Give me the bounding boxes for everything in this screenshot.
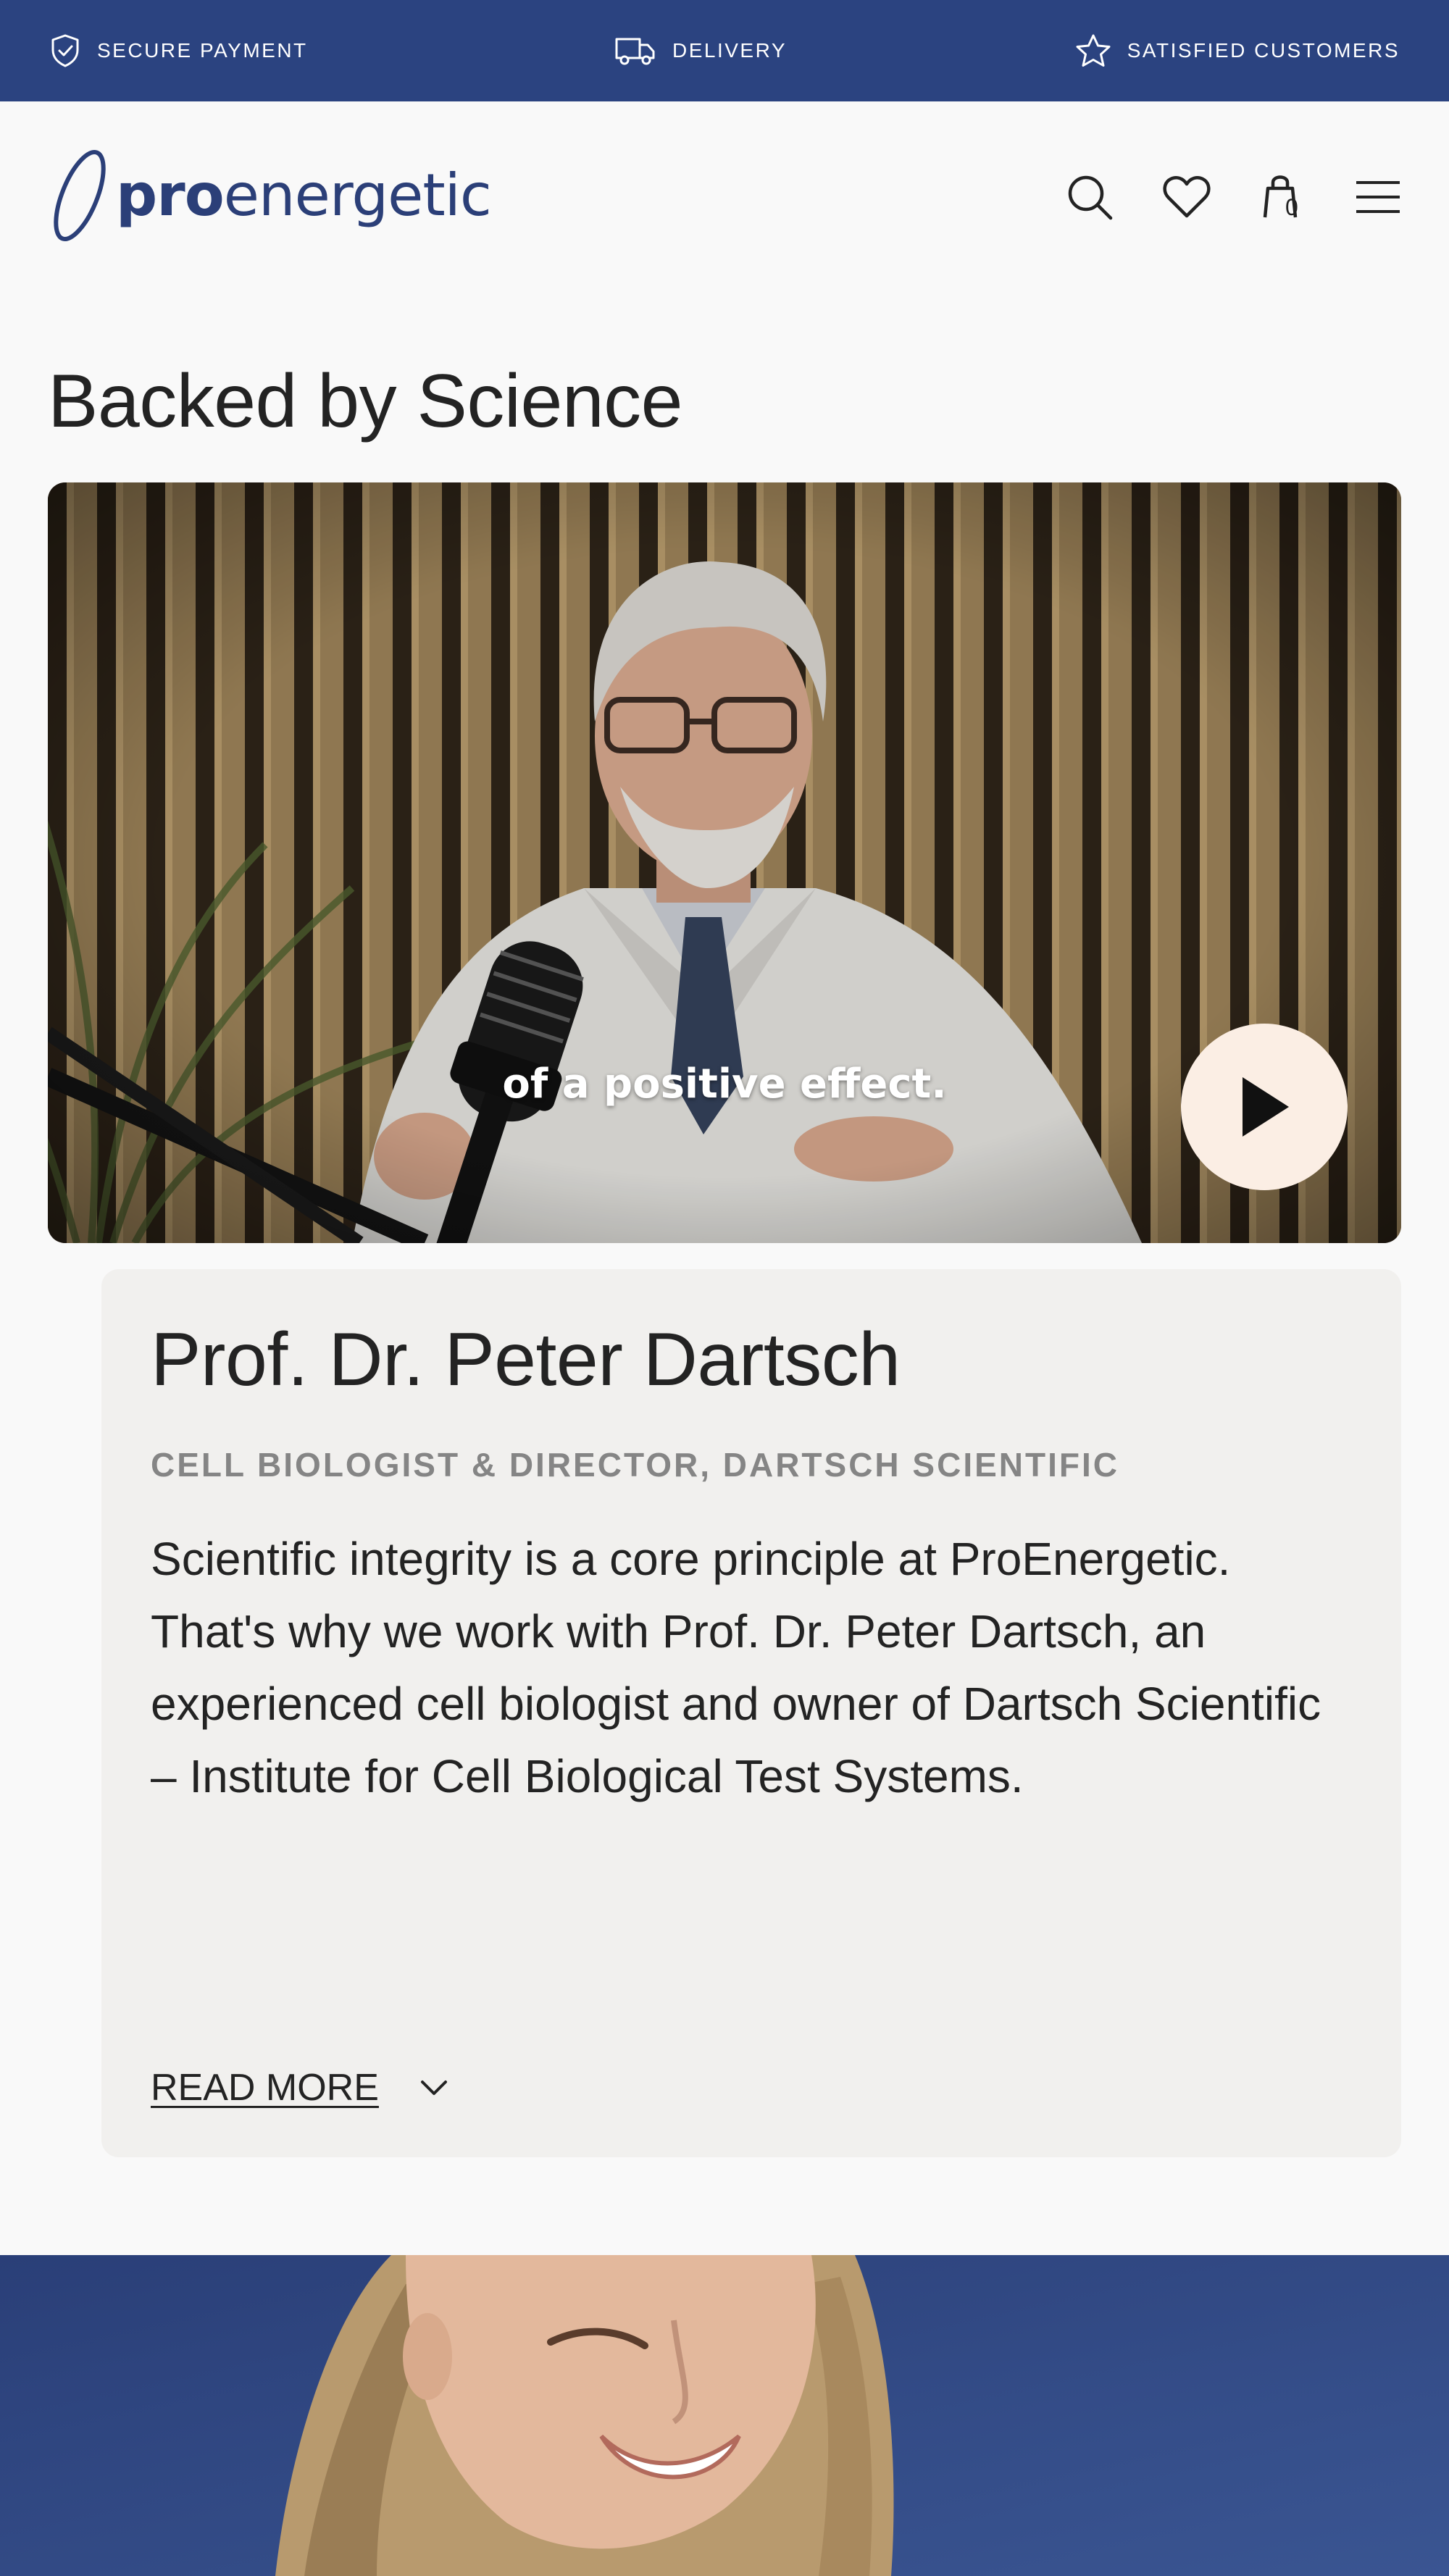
expert-description: Scientific integrity is a core principle… (151, 1533, 1321, 1802)
expert-bio-card: Prof. Dr. Peter Dartsch CELL BIOLOGIST &… (101, 1269, 1401, 2157)
logo-text-regular: energetic (223, 162, 492, 229)
announcement-bar: SECURE PAYMENT DELIVERY SATISFIED CUSTOM… (0, 0, 1449, 101)
read-more-label: READ MORE (151, 2067, 379, 2109)
satisfied-customers-label: SATISFIED CUSTOMERS (1127, 39, 1400, 62)
logo-mark-icon (54, 149, 106, 242)
menu-icon (1356, 181, 1400, 213)
expert-role: CELL BIOLOGIST & DIRECTOR, DARTSCH SCIEN… (151, 1446, 1119, 1484)
menu-button[interactable] (1349, 168, 1407, 226)
brand-logo[interactable]: proenergetic (46, 145, 492, 246)
section-title: Backed by Science (48, 359, 683, 443)
satisfied-customers-badge: SATISFIED CUSTOMERS (1075, 0, 1400, 101)
delivery-badge: DELIVERY (614, 0, 787, 101)
hero-image (0, 2255, 1449, 2576)
shield-check-icon (51, 34, 79, 67)
play-button[interactable] (1181, 1024, 1348, 1190)
video-player[interactable]: of a positive effect. (48, 482, 1401, 1243)
chevron-down-icon (420, 2081, 447, 2095)
logo-wordmark: proenergetic (116, 167, 492, 225)
expert-name: Prof. Dr. Peter Dartsch (151, 1318, 901, 1402)
search-icon (1068, 175, 1113, 220)
logo-text-bold: pro (116, 162, 225, 229)
wishlist-button[interactable] (1158, 168, 1216, 226)
truck-icon (615, 38, 655, 65)
cart-button[interactable]: 0 (1252, 168, 1310, 226)
secure-payment-badge: SECURE PAYMENT (49, 0, 308, 101)
star-icon (1076, 34, 1111, 67)
delivery-label: DELIVERY (672, 39, 787, 62)
cart-count: 0 (1285, 194, 1298, 220)
search-button[interactable] (1061, 168, 1119, 226)
read-more-link[interactable]: READ MORE (151, 2066, 448, 2109)
heart-icon (1163, 176, 1211, 218)
secure-payment-label: SECURE PAYMENT (97, 39, 308, 62)
site-header: proenergetic 0 (0, 101, 1449, 290)
play-icon (1243, 1077, 1289, 1137)
smiling-woman-image (0, 2255, 1449, 2576)
